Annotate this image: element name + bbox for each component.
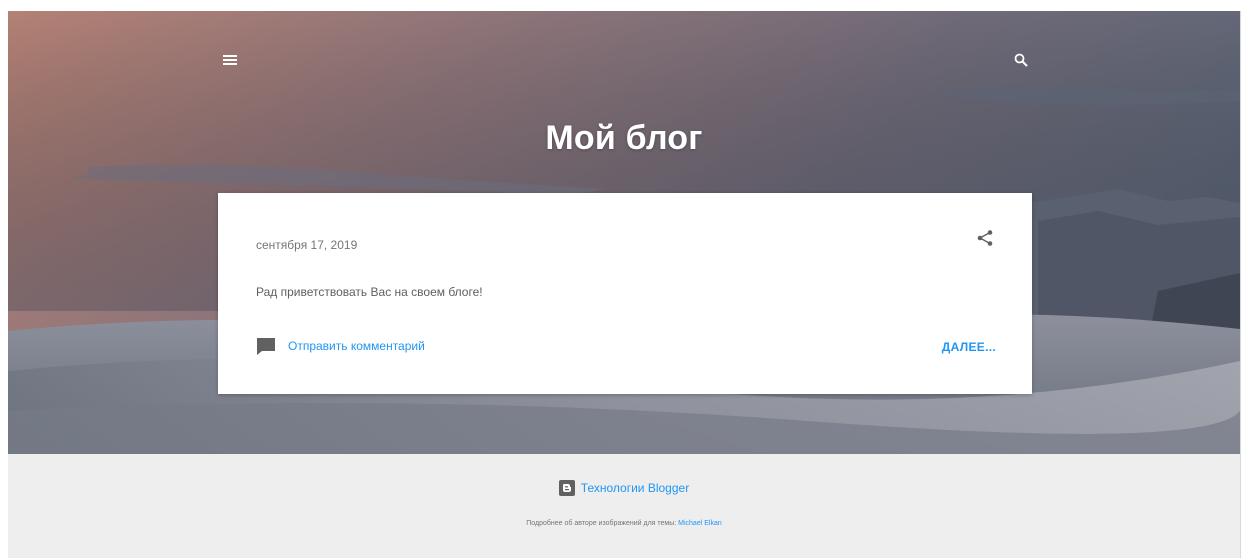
share-button[interactable] xyxy=(973,226,997,250)
page: Мой блог сентября 17, 2019 Рад приветств… xyxy=(0,0,1248,558)
image-credits: Подробнее об авторе изображений для темы… xyxy=(8,520,1240,527)
post-body: Рад приветствовать Вас на своем блоге! xyxy=(256,285,483,299)
post-comment-label[interactable]: Отправить комментарий xyxy=(288,339,425,353)
share-icon xyxy=(977,230,993,246)
footer: Технологии Blogger Подробнее об авторе и… xyxy=(8,454,1240,558)
read-more-link[interactable]: ДАЛЕЕ... xyxy=(942,340,996,354)
post-comment-link[interactable]: Отправить комментарий xyxy=(256,336,425,356)
credits-author-link[interactable]: Michael Elkan xyxy=(678,520,722,527)
credits-prefix: Подробнее об авторе изображений для темы… xyxy=(526,520,677,527)
powered-by-blogger[interactable]: Технологии Blogger xyxy=(8,480,1240,496)
search-icon xyxy=(1014,53,1028,67)
powered-by-label[interactable]: Технологии Blogger xyxy=(581,481,689,495)
post-card: сентября 17, 2019 Рад приветствовать Вас… xyxy=(218,193,1032,394)
blogger-logo-icon xyxy=(558,480,575,496)
window-edge-divider xyxy=(1240,11,1241,558)
blog-title[interactable]: Мой блог xyxy=(8,119,1240,158)
post-date[interactable]: сентября 17, 2019 xyxy=(256,238,357,252)
menu-button[interactable] xyxy=(218,48,242,72)
search-button[interactable] xyxy=(1009,48,1033,72)
header-background-image: Мой блог сентября 17, 2019 Рад приветств… xyxy=(8,11,1240,454)
hamburger-menu-icon xyxy=(223,55,237,65)
comment-icon xyxy=(256,336,276,356)
